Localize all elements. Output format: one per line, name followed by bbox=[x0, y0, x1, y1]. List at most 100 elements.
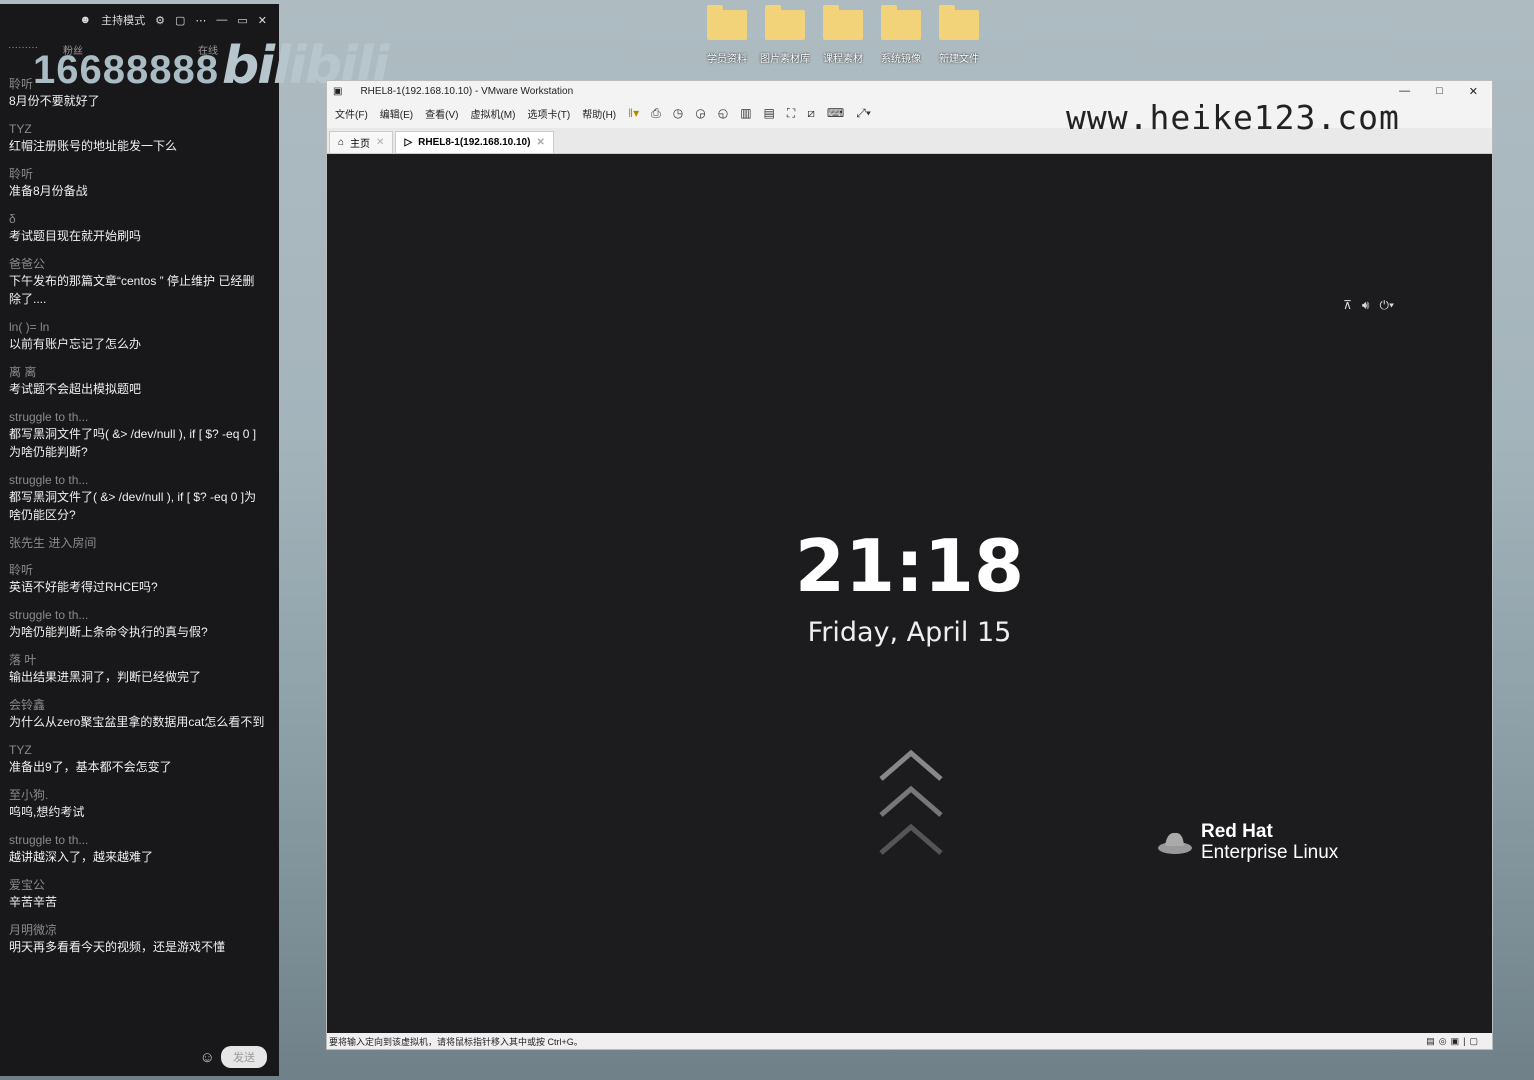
device-status-icons[interactable]: ▤◎▣|▢ bbox=[1426, 1036, 1492, 1047]
menu-vm[interactable]: 虚拟机(M) bbox=[470, 106, 515, 121]
chat-username[interactable]: struggle to th... bbox=[9, 472, 265, 488]
chat-username[interactable]: TYZ bbox=[9, 121, 265, 137]
status-bar: 要将输入定向到该虚拟机，请将鼠标指针移入其中或按 Ctrl+G。 ▤◎▣|▢ bbox=[327, 1033, 1492, 1049]
chat-text: 红帽注册账号的地址能发一下么 bbox=[9, 139, 178, 153]
chat-username[interactable]: 爱宝公 bbox=[9, 877, 265, 893]
chat-message: 会铃鑫为什么从zero聚宝盆里拿的数据用cat怎么看不到 bbox=[9, 697, 265, 731]
redhat-hat-icon bbox=[1158, 832, 1192, 854]
chat-username[interactable]: 爸爸公 bbox=[9, 256, 265, 272]
revert-snapshot-icon[interactable]: ◶ bbox=[695, 106, 705, 120]
sidebar-view-icon[interactable]: ▥ bbox=[740, 106, 751, 120]
folder-icon bbox=[765, 5, 805, 40]
chat-username[interactable]: 月明微凉 bbox=[9, 922, 265, 938]
redhat-logo: Red Hat Enterprise Linux bbox=[1157, 822, 1338, 864]
close-tab-icon[interactable]: ✕ bbox=[376, 137, 384, 148]
network-icon: ⊼ bbox=[1343, 298, 1352, 312]
chat-message: 至小狗. 呜呜,想约考试 bbox=[9, 787, 265, 821]
chat-message: TYZ 红帽注册账号的地址能发一下么 bbox=[9, 121, 265, 155]
chat-message: 张先生 进入房间 bbox=[9, 535, 265, 551]
maximize-icon[interactable]: ▭ bbox=[237, 14, 247, 27]
chat-username[interactable]: 至小狗. bbox=[9, 787, 265, 803]
chat-message-list[interactable]: 聆听 8月份不要就好了 TYZ 红帽注册账号的地址能发一下么 聆听 准备8月份备战 δ 考试题… bbox=[9, 76, 265, 967]
system-status-area[interactable]: ⊼ 🔊︎ ⏻▾ bbox=[1343, 298, 1394, 313]
volume-icon: 🔊︎ bbox=[1361, 298, 1370, 312]
chat-text: 明天再多看看今天的视频，还是游戏不懂 bbox=[9, 940, 226, 954]
desktop-folder[interactable]: 学员资料 bbox=[698, 5, 756, 65]
fullscreen-icon[interactable]: ⛶ bbox=[787, 106, 795, 121]
chat-text: 为什么从zero聚宝盆里拿的数据用cat怎么看不到 bbox=[9, 715, 265, 729]
pause-icon[interactable]: ‖▾ bbox=[628, 106, 639, 120]
vm-icon: ▷ bbox=[404, 137, 413, 148]
chat-header: ☻ 主持模式 ⚙ ▢ ⋯ — ▭ ✕ bbox=[0, 4, 279, 36]
desktop-folder[interactable]: 课程素材 bbox=[814, 5, 872, 65]
chat-message: 爸爸公下午发布的那篇文章“centos ” 停止维护 已经删除了.... bbox=[9, 256, 265, 308]
send-button[interactable]: 发送 bbox=[221, 1046, 267, 1068]
swipe-up-chevrons-icon[interactable] bbox=[879, 749, 943, 859]
chat-username[interactable]: 落 叶 bbox=[9, 652, 265, 668]
folder-icon bbox=[939, 5, 979, 40]
minimize-icon[interactable]: — bbox=[1399, 85, 1410, 98]
chat-username[interactable]: ln( )= ln bbox=[9, 319, 265, 335]
chat-text: 以前有账户忘记了怎么办 bbox=[9, 337, 142, 351]
chat-username[interactable]: struggle to th... bbox=[9, 832, 265, 848]
unity-icon[interactable]: ⧄ bbox=[807, 106, 815, 121]
chat-username[interactable]: δ bbox=[9, 211, 265, 227]
minimize-icon[interactable]: — bbox=[216, 14, 227, 26]
chat-text: 为啥仍能判断上条命令执行的真与假? bbox=[9, 625, 208, 639]
home-icon: ⌂ bbox=[338, 137, 345, 148]
overlay-number: 16688888 bbox=[33, 48, 219, 92]
chat-text: 下午发布的那篇文章“centos ” 停止维护 已经删除了.... bbox=[9, 274, 255, 306]
chat-message: δ 考试题目现在就开始刷吗 bbox=[9, 211, 265, 245]
tab-home[interactable]: ⌂ 主页 ✕ bbox=[329, 131, 394, 153]
lock-date: Friday, April 15 bbox=[807, 617, 1012, 648]
vm-console[interactable]: ⊼ 🔊︎ ⏻▾ 21:18 Friday, April 15 Red Hat En… bbox=[327, 154, 1492, 1035]
vmware-app-icon: ▣ bbox=[333, 85, 343, 97]
chat-text: 准备出9了，基本都不会怎变了 bbox=[9, 760, 172, 774]
chat-text: 呜呜,想约考试 bbox=[9, 805, 85, 819]
chat-username[interactable]: 聆听 bbox=[9, 166, 265, 182]
chat-text: 英语不好能考得过RHCE吗? bbox=[9, 580, 158, 594]
chat-username[interactable]: 聆听 bbox=[9, 562, 265, 578]
chat-message: TYZ 准备出9了，基本都不会怎变了 bbox=[9, 742, 265, 776]
desktop-folder[interactable]: 新建文件 bbox=[930, 5, 988, 65]
power-icon: ⏻▾ bbox=[1379, 298, 1394, 312]
close-tab-icon[interactable]: ✕ bbox=[536, 137, 544, 148]
chat-username[interactable]: TYZ bbox=[9, 742, 265, 758]
system-notice: 张先生 进入房间 bbox=[9, 536, 97, 550]
chat-message: struggle to th... 越讲越深入了，越来越难了 bbox=[9, 832, 265, 866]
chat-username[interactable]: struggle to th... bbox=[9, 409, 265, 425]
more-icon[interactable]: ⋯ bbox=[195, 14, 206, 27]
chat-username[interactable]: 会铃鑫 bbox=[9, 697, 265, 713]
menu-tabs[interactable]: 选项卡(T) bbox=[527, 106, 570, 121]
menu-file[interactable]: 文件(F) bbox=[335, 106, 368, 121]
maximize-icon[interactable]: □ bbox=[1436, 85, 1443, 98]
tab-rhel8[interactable]: ▷ RHEL8-1(192.168.10.10) ✕ bbox=[395, 131, 554, 153]
watermark: www.heike123.com bbox=[1066, 98, 1400, 137]
send-ctrl-alt-del-icon[interactable]: ⎙ bbox=[651, 106, 661, 121]
console-icon[interactable]: ⌨ bbox=[827, 106, 844, 120]
close-icon[interactable]: ✕ bbox=[1469, 85, 1478, 98]
chat-message: 聆听英语不好能考得过RHCE吗? bbox=[9, 562, 265, 596]
stretch-icon[interactable]: ⤢▾ bbox=[856, 106, 871, 121]
snapshot-manager-icon[interactable]: ◵ bbox=[718, 106, 728, 120]
chat-username[interactable]: struggle to th... bbox=[9, 607, 265, 623]
snapshot-icon[interactable]: ◷ bbox=[673, 106, 683, 120]
settings-icon[interactable]: ⚙ bbox=[155, 14, 165, 27]
host-avatar-icon: ☻ bbox=[79, 14, 92, 26]
desktop-folder[interactable]: 图片素材库 bbox=[756, 5, 814, 65]
host-mode-label[interactable]: 主持模式 bbox=[101, 12, 145, 28]
chat-message: 月明微凉明天再多看看今天的视频，还是游戏不懂 bbox=[9, 922, 265, 956]
folder-icon bbox=[881, 5, 921, 40]
chat-text: 都写黑洞文件了( &> /dev/null ), if [ $? -eq 0 ]… bbox=[9, 490, 257, 522]
desktop-folder[interactable]: 系统镜像 bbox=[872, 5, 930, 65]
popout-icon[interactable]: ▢ bbox=[175, 14, 185, 27]
emoji-icon[interactable]: ☺ bbox=[200, 1049, 215, 1066]
thumbnail-view-icon[interactable]: ▤ bbox=[764, 106, 775, 120]
close-icon[interactable]: ✕ bbox=[258, 14, 267, 27]
chat-message: 爱宝公 辛苦辛苦 bbox=[9, 877, 265, 911]
menu-help[interactable]: 帮助(H) bbox=[582, 106, 616, 121]
chat-username[interactable]: 离 离 bbox=[9, 364, 265, 380]
chat-text: 都写黑洞文件了吗( &> /dev/null ), if [ $? -eq 0 … bbox=[9, 427, 257, 459]
menu-edit[interactable]: 编辑(E) bbox=[380, 106, 413, 121]
menu-view[interactable]: 查看(V) bbox=[425, 106, 458, 121]
